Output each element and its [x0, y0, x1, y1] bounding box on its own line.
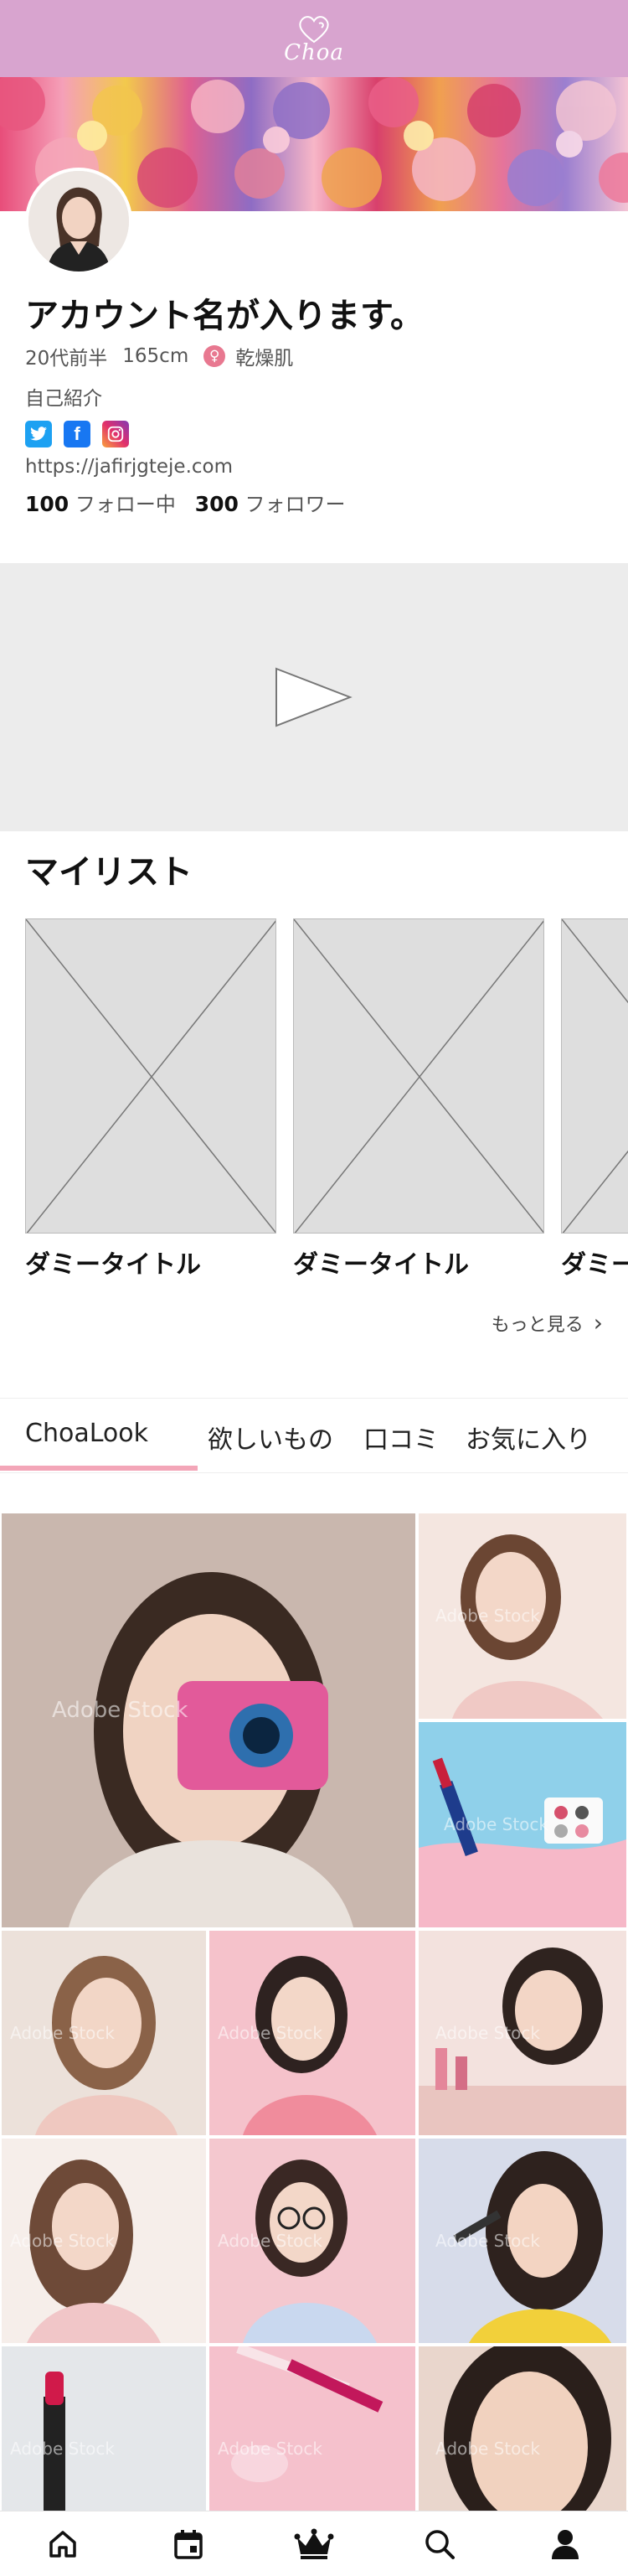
- mylist-item-title: ダミータイトル: [25, 1250, 201, 1280]
- play-icon[interactable]: [275, 667, 353, 727]
- placeholder-image: [25, 918, 276, 1234]
- female-icon: ♀: [203, 345, 226, 367]
- woman-long-hair-photo[interactable]: Adobe Stock: [2, 2139, 206, 2343]
- woman-pink-background-photo[interactable]: Adobe Stock: [209, 1931, 415, 2135]
- watermark-text: Adobe Stock: [52, 1698, 188, 1723]
- profile-meta: 20代前半 165cm ♀ 乾燥肌: [25, 342, 308, 370]
- tab-wishlist[interactable]: 欲しいもの: [208, 1419, 333, 1456]
- watermark-text: Adobe Stock: [444, 1814, 548, 1834]
- search-icon[interactable]: [414, 2519, 465, 2569]
- tab-favorites[interactable]: お気に入り: [466, 1419, 591, 1456]
- mylist-item[interactable]: ダミータイトル: [293, 918, 544, 1280]
- height-text: 165cm: [122, 345, 189, 367]
- watermark-text: Adobe Stock: [218, 2023, 322, 2043]
- woman-smiling-photo[interactable]: Adobe Stock: [419, 1513, 626, 1719]
- follow-stats: 100 フォロー中 300 フォロワー: [25, 488, 346, 517]
- watermark-text: Adobe Stock: [435, 2231, 540, 2251]
- see-more-label: もっと見る: [491, 1314, 584, 1336]
- lipstick-closeup-photo[interactable]: Adobe Stock: [2, 2346, 206, 2511]
- woman-makeup-brush-photo[interactable]: Adobe Stock: [419, 2139, 626, 2343]
- active-tab-indicator: [0, 1466, 198, 1471]
- profile-icon[interactable]: [540, 2519, 590, 2569]
- mylist-item[interactable]: ダミータイトル: [561, 918, 628, 1280]
- twitter-icon[interactable]: [25, 421, 52, 447]
- content-tabs: ChoaLook 欲しいもの 口コミ お気に入り: [0, 1398, 628, 1473]
- watermark-text: Adobe Stock: [10, 2231, 115, 2251]
- mylist-title: マイリスト: [25, 853, 193, 892]
- tab-reviews[interactable]: 口コミ: [363, 1419, 439, 1456]
- watermark-text: Adobe Stock: [435, 2439, 540, 2459]
- age-text: 20代前半: [25, 348, 108, 370]
- tab-choalook[interactable]: ChoaLook: [25, 1419, 148, 1448]
- watermark-text: Adobe Stock: [435, 1606, 540, 1626]
- watermark-text: Adobe Stock: [10, 2023, 115, 2043]
- mylist-item-title: ダミータイトル: [561, 1250, 628, 1280]
- following-label[interactable]: フォロー中: [75, 493, 176, 516]
- placeholder-image: [293, 918, 544, 1234]
- followers-label[interactable]: フォロワー: [245, 493, 346, 516]
- watermark-text: Adobe Stock: [218, 2439, 322, 2459]
- woman-cosmetics-table-photo[interactable]: Adobe Stock: [419, 1931, 626, 2135]
- mylist-item[interactable]: ダミータイトル: [25, 918, 276, 1280]
- social-links: f: [25, 421, 141, 447]
- woman-face-closeup-photo[interactable]: Adobe Stock: [419, 2346, 626, 2511]
- photo-grid: Adobe Stock Adobe Stock Adobe Stock Adob…: [0, 1513, 628, 2511]
- woman-portrait-photo[interactable]: Adobe Stock: [2, 1931, 206, 2135]
- profile-url-link[interactable]: https://jafirjgteje.com: [25, 456, 233, 478]
- home-icon[interactable]: [38, 2519, 88, 2569]
- mylist-item-title: ダミータイトル: [293, 1250, 469, 1280]
- account-name: アカウント名が入ります。: [25, 297, 424, 335]
- woman-glasses-photo[interactable]: Adobe Stock: [209, 2139, 415, 2343]
- watermark-text: Adobe Stock: [10, 2439, 115, 2459]
- logo-text: Choa: [284, 40, 344, 65]
- app-header: Choa: [0, 0, 628, 77]
- see-more-link[interactable]: もっと見る ›: [492, 1309, 603, 1337]
- instagram-icon[interactable]: [102, 421, 129, 447]
- followers-count[interactable]: 300: [195, 492, 239, 516]
- woman-with-camera-photo[interactable]: Adobe Stock: [2, 1513, 415, 1927]
- calendar-icon[interactable]: [163, 2519, 214, 2569]
- facebook-icon[interactable]: f: [64, 421, 90, 447]
- chevron-right-icon: ›: [593, 1309, 603, 1337]
- watermark-text: Adobe Stock: [218, 2231, 322, 2251]
- makeup-brushes-pink-photo[interactable]: Adobe Stock: [209, 2346, 415, 2511]
- placeholder-image: [561, 918, 628, 1234]
- profile-avatar[interactable]: [25, 168, 132, 275]
- crown-icon[interactable]: [289, 2519, 339, 2569]
- avatar-photo: [28, 171, 129, 272]
- following-count[interactable]: 100: [25, 492, 69, 516]
- self-introduction: 自己紹介: [25, 388, 102, 410]
- lipstick-cosmetics-photo[interactable]: Adobe Stock: [419, 1722, 626, 1927]
- skin-type-text: 乾燥肌: [235, 348, 294, 370]
- watermark-text: Adobe Stock: [435, 2023, 540, 2043]
- bottom-navigation: [0, 2511, 628, 2576]
